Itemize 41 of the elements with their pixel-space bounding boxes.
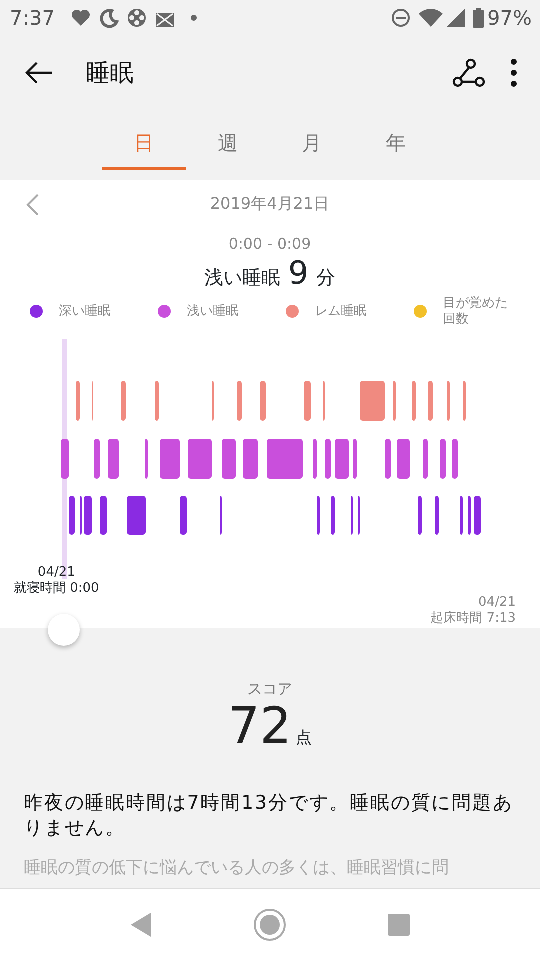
bedtime-date: 04/21 [36, 565, 76, 581]
legend-label: レム睡眠 [315, 304, 367, 320]
bedtime-label: 就寝時間 0:00 [14, 580, 100, 596]
stage-name: 浅い睡眠 [204, 266, 280, 291]
share-button[interactable] [452, 58, 486, 88]
timeline-handle[interactable] [48, 614, 80, 646]
date-label: 2019年4月21日 [210, 193, 330, 215]
moon-icon [98, 8, 119, 28]
previous-day-button[interactable] [26, 194, 40, 216]
stage-duration: 9 [288, 256, 309, 292]
battery-icon [472, 8, 484, 28]
period-tab[interactable]: 日 [102, 120, 186, 170]
period-tab[interactable]: 月 [270, 120, 354, 170]
battery-level: 97% [488, 5, 532, 32]
legend-label: 浅い睡眠 [187, 304, 239, 320]
time-range: 0:00 - 0:09 [228, 235, 312, 253]
score-label: スコア [246, 679, 294, 700]
recents-nav-button[interactable] [387, 912, 411, 936]
summary-text: 昨夜の睡眠時間は7時間13分です。睡眠の質に問題ありません。 [23, 790, 514, 842]
signal-icon [446, 9, 465, 27]
back-button[interactable] [24, 61, 54, 85]
reel-icon [126, 8, 147, 28]
more-options-button[interactable] [510, 58, 518, 88]
score-value: 72 [228, 700, 292, 750]
wifi-icon [418, 9, 443, 27]
period-tab[interactable]: 年 [354, 120, 438, 170]
wake-date: 04/21 [478, 595, 516, 611]
legend-label: 深い睡眠 [59, 304, 111, 320]
clock-time: 7:37 [10, 5, 55, 32]
period-tab[interactable]: 週 [186, 120, 270, 170]
screen-title: 睡眠 [86, 58, 134, 89]
legend-label: 目が覚めた回数 [443, 296, 509, 328]
score-unit: 点 [296, 726, 312, 748]
duration-unit: 分 [316, 266, 336, 291]
home-nav-button[interactable] [253, 908, 287, 942]
do-not-disturb-icon [390, 8, 411, 28]
wake-label: 起床時間 7:13 [430, 610, 516, 626]
heart-icon [70, 9, 91, 27]
advice-text: 睡眠の質の低下に悩んでいる人の多くは、睡眠習慣に問 [23, 856, 450, 880]
dot-icon [190, 15, 197, 21]
back-nav-button[interactable] [129, 912, 153, 938]
